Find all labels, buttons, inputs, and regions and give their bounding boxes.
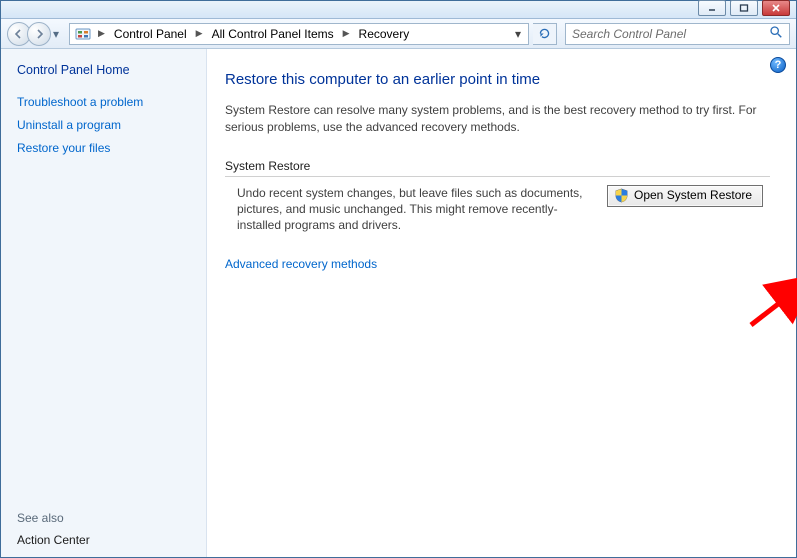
minimize-button[interactable] xyxy=(698,0,726,16)
navbar: ▾ ▶ Control Panel ▶ All Control Panel It… xyxy=(1,19,796,49)
see-also: See also Action Center xyxy=(17,511,190,547)
body: Control Panel Home Troubleshoot a proble… xyxy=(1,49,796,557)
address-bar[interactable]: ▶ Control Panel ▶ All Control Panel Item… xyxy=(69,23,529,45)
chevron-down-icon[interactable]: ▾ xyxy=(515,27,521,41)
window-controls xyxy=(698,0,790,16)
uninstall-link[interactable]: Uninstall a program xyxy=(17,118,190,132)
breadcrumb-item[interactable]: All Control Panel Items xyxy=(210,27,336,41)
breadcrumb-item[interactable]: Control Panel xyxy=(112,27,189,41)
help-icon[interactable]: ? xyxy=(770,57,786,73)
advanced-recovery-link[interactable]: Advanced recovery methods xyxy=(225,257,778,271)
window: ▾ ▶ Control Panel ▶ All Control Panel It… xyxy=(0,0,797,558)
nav-history: ▾ xyxy=(7,22,61,46)
search-input[interactable]: Search Control Panel xyxy=(565,23,790,45)
content: ? Restore this computer to an earlier po… xyxy=(207,49,796,557)
chevron-right-icon: ▶ xyxy=(196,28,203,39)
open-system-restore-button[interactable]: Open System Restore xyxy=(607,185,763,207)
maximize-button[interactable] xyxy=(730,0,758,16)
shield-icon xyxy=(614,188,629,203)
chevron-right-icon: ▶ xyxy=(343,28,350,39)
group-divider xyxy=(225,176,770,177)
control-panel-icon xyxy=(74,25,91,42)
chevron-right-icon: ▶ xyxy=(98,28,105,39)
titlebar xyxy=(1,1,796,19)
see-also-label: See also xyxy=(17,511,190,525)
action-center-link[interactable]: Action Center xyxy=(17,533,190,547)
address-bar-tail: ▾ xyxy=(515,27,524,41)
page-description: System Restore can resolve many system p… xyxy=(225,102,765,137)
system-restore-group: System Restore Undo recent system change… xyxy=(225,159,778,234)
close-button[interactable] xyxy=(762,0,790,16)
open-system-restore-label: Open System Restore xyxy=(634,188,752,202)
history-dropdown[interactable]: ▾ xyxy=(51,27,61,41)
restore-files-link[interactable]: Restore your files xyxy=(17,141,190,155)
group-label: System Restore xyxy=(225,159,778,173)
search-icon[interactable] xyxy=(769,25,783,42)
troubleshoot-link[interactable]: Troubleshoot a problem xyxy=(17,95,190,109)
sidebar: Control Panel Home Troubleshoot a proble… xyxy=(1,49,207,557)
refresh-button[interactable] xyxy=(533,23,557,45)
forward-button[interactable] xyxy=(27,22,51,46)
search-placeholder: Search Control Panel xyxy=(572,27,686,41)
page-heading: Restore this computer to an earlier poin… xyxy=(225,71,778,88)
annotation-arrow xyxy=(745,271,797,334)
breadcrumb-item[interactable]: Recovery xyxy=(357,27,412,41)
group-description: Undo recent system changes, but leave fi… xyxy=(237,185,587,234)
control-panel-home-link[interactable]: Control Panel Home xyxy=(17,63,190,77)
